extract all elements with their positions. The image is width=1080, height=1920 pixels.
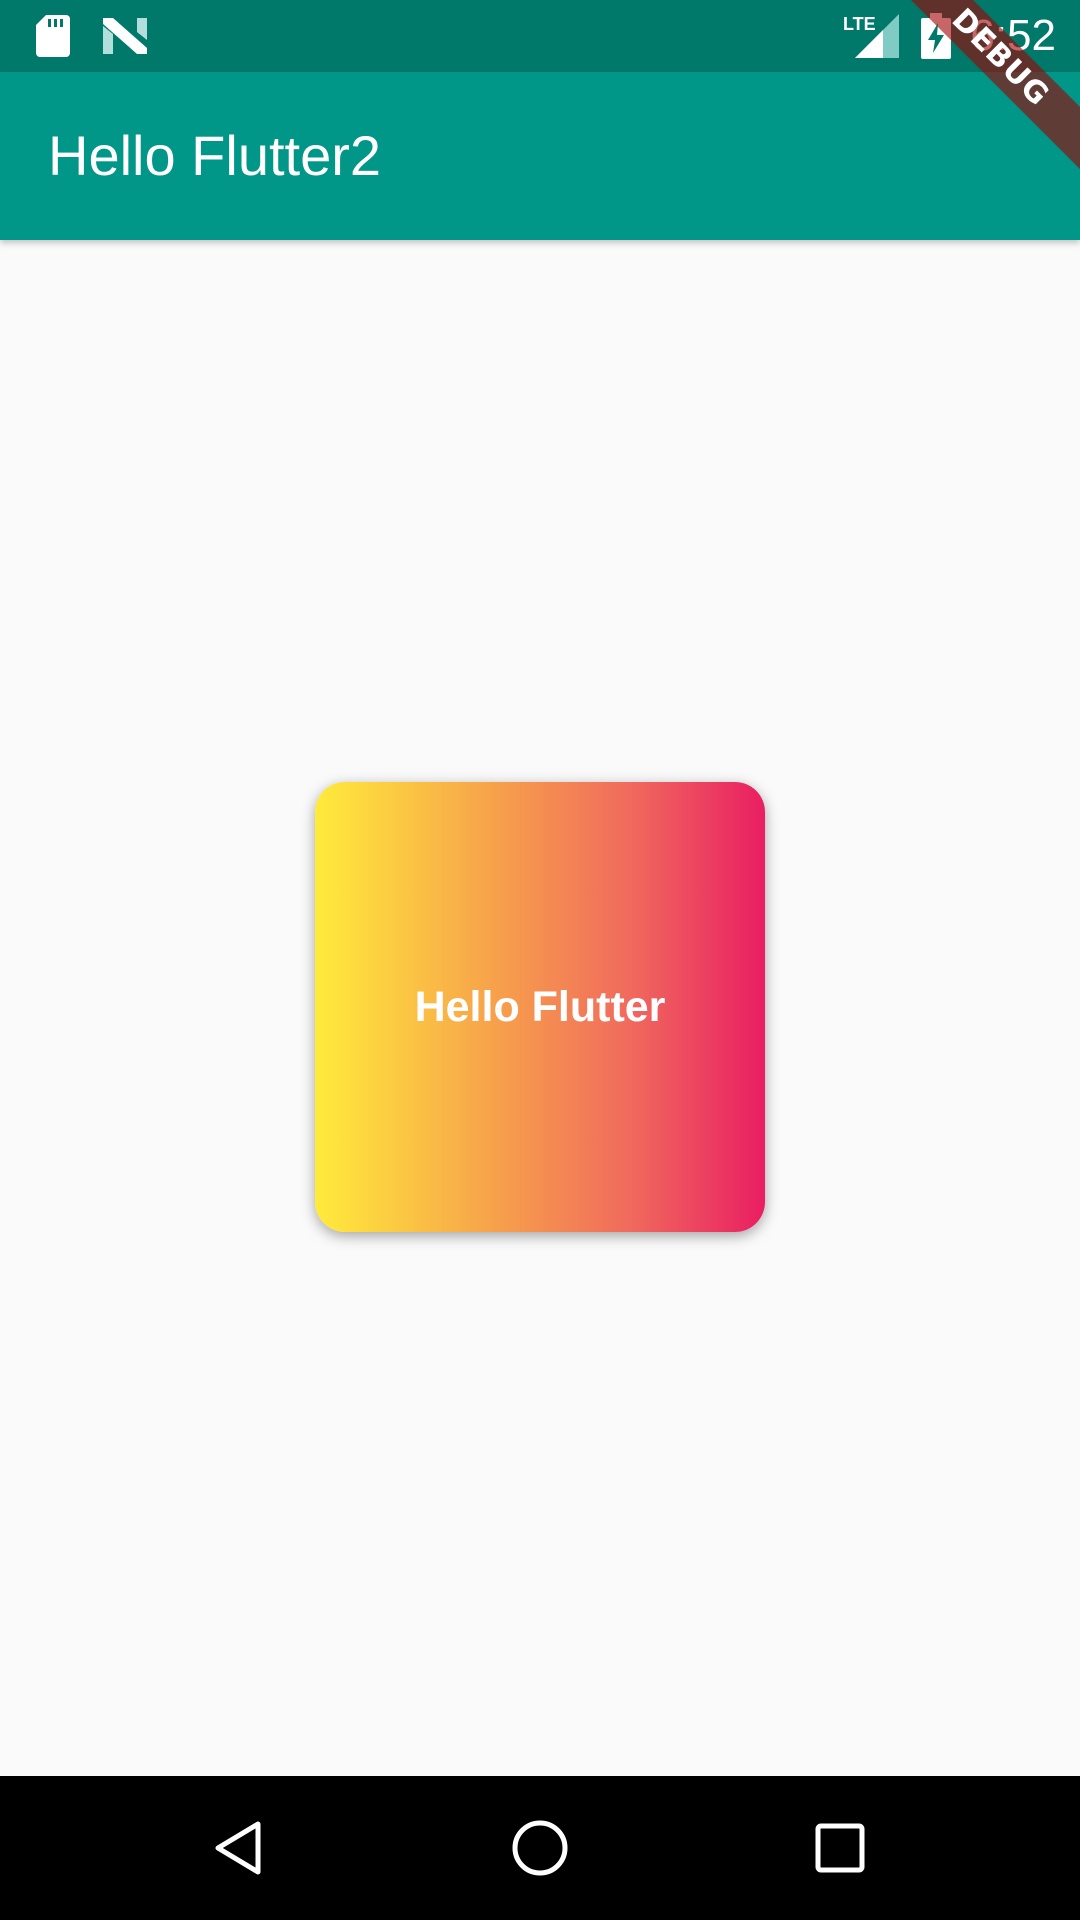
gradient-card: Hello Flutter: [315, 782, 765, 1232]
card-text: Hello Flutter: [414, 982, 666, 1031]
screen: LTE 6:52 Hello Flutter2 DEBUG Hello Flut…: [0, 0, 1080, 1920]
home-button[interactable]: [480, 1776, 600, 1920]
back-button[interactable]: [180, 1776, 300, 1920]
recents-button[interactable]: [780, 1776, 900, 1920]
navigation-bar: [0, 1776, 1080, 1920]
status-bar: LTE 6:52: [0, 0, 1080, 72]
recents-icon: [815, 1823, 865, 1873]
home-icon: [512, 1820, 568, 1876]
sd-card-icon: [36, 0, 70, 72]
lte-label: LTE: [843, 14, 876, 34]
n-icon: [103, 0, 147, 72]
lte-signal-icon: LTE: [843, 0, 899, 72]
back-icon: [215, 1821, 261, 1875]
app-bar: Hello Flutter2: [0, 72, 1080, 240]
app-bar-title: Hello Flutter2: [48, 124, 382, 187]
